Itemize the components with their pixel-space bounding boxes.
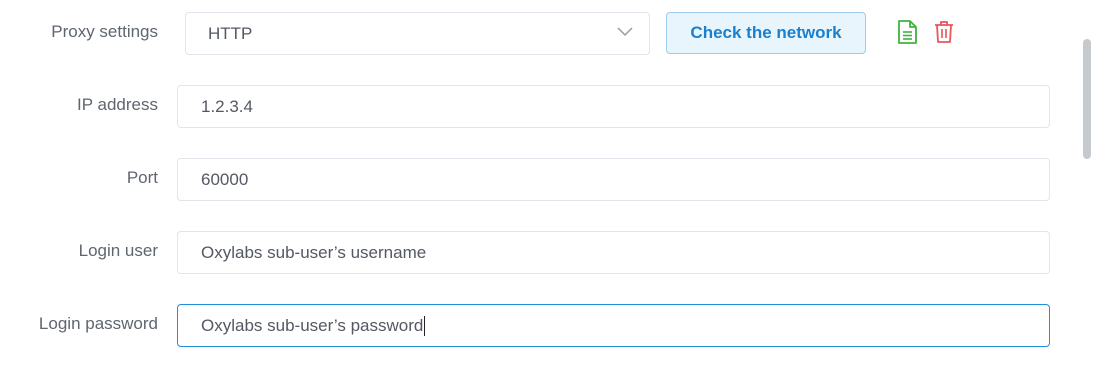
login-user-value: Oxylabs sub-user’s username: [201, 242, 427, 262]
login-user-input[interactable]: Oxylabs sub-user’s username: [177, 231, 1050, 274]
login-password-label: Login password: [38, 314, 158, 333]
ip-address-label: IP address: [77, 95, 158, 114]
port-input[interactable]: 60000: [177, 158, 1050, 201]
document-icon[interactable]: [896, 20, 918, 44]
proxy-type-select[interactable]: HTTP: [185, 12, 650, 55]
ip-address-value: 1.2.3.4: [201, 96, 253, 116]
ip-address-input[interactable]: 1.2.3.4: [177, 85, 1050, 128]
login-password-value: Oxylabs sub-user’s password: [201, 315, 424, 335]
proxy-settings-label: Proxy settings: [51, 22, 158, 41]
chevron-down-icon: [617, 27, 633, 37]
trash-icon[interactable]: [933, 20, 955, 44]
check-network-button[interactable]: Check the network: [666, 12, 866, 54]
text-caret: [424, 315, 426, 336]
proxy-type-value: HTTP: [208, 23, 253, 43]
port-label: Port: [126, 168, 158, 187]
scrollbar-thumb[interactable]: [1083, 39, 1091, 159]
port-value: 60000: [201, 169, 249, 189]
login-user-label: Login user: [78, 241, 158, 260]
login-password-input[interactable]: Oxylabs sub-user’s password: [177, 304, 1050, 347]
